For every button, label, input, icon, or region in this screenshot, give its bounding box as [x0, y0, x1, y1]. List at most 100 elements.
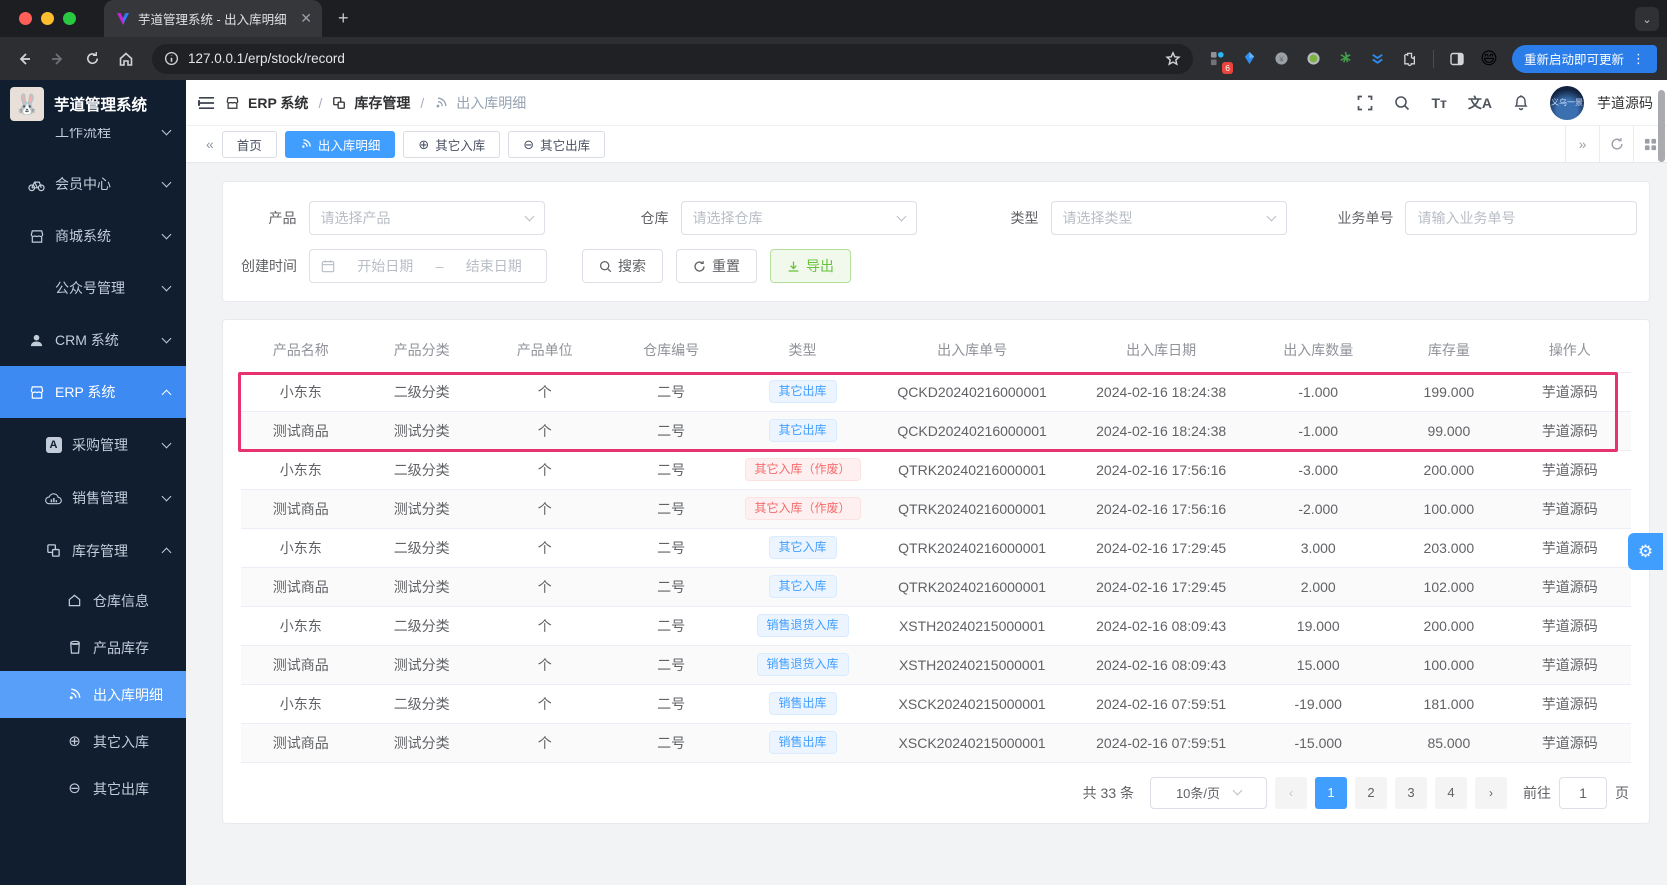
browser-menu-icon[interactable]: ⋮ — [1632, 51, 1645, 67]
sidebar-item-mall[interactable]: 商城系统 — [0, 210, 186, 262]
browser-tab[interactable]: 芋道管理系统 - 出入库明细 ✕ — [104, 0, 322, 37]
ext-kite-icon[interactable] — [1237, 46, 1263, 72]
sidebar-item-crm[interactable]: CRM 系统 — [0, 314, 186, 366]
table-row[interactable]: 小东东 二级分类个二号 销售出库 XSCK20240215000001 2024-02-… — [241, 684, 1631, 724]
export-button[interactable]: 导出 — [770, 249, 851, 283]
reload-icon[interactable] — [78, 45, 106, 73]
tab-stock-record[interactable]: 出入库明细 — [284, 130, 396, 158]
sidebar-item-stock-record[interactable]: 出入库明细 — [0, 671, 186, 718]
sidebar-item-other-out[interactable]: ⊖ 其它出库 — [0, 765, 186, 812]
sidebar-item-other-in[interactable]: ⊕ 其它入库 — [0, 718, 186, 765]
page-button-3[interactable]: 3 — [1395, 776, 1427, 809]
sidebar-item-mp-manage[interactable]: 公众号管理 — [0, 262, 186, 314]
next-page-button[interactable]: › — [1475, 776, 1507, 809]
ext-star-icon[interactable] — [1333, 46, 1359, 72]
type-badge: 销售退货入库 — [756, 652, 849, 677]
sidebar-item-member-center[interactable]: 会员中心 — [0, 158, 186, 210]
refresh-page-icon[interactable] — [1599, 126, 1633, 162]
warehouse-select[interactable]: 请选择仓库 — [680, 201, 917, 235]
tab-search-button[interactable]: ⌄ — [1635, 7, 1659, 31]
table-row[interactable]: 测试商品 测试分类个二号 销售退货入库 XSTH20240215000001 2024-… — [241, 645, 1631, 685]
table-row[interactable]: 小东东 二级分类个二号 销售退货入库 XSTH20240215000001 2024-0… — [241, 606, 1631, 646]
prev-page-button[interactable]: ‹ — [1275, 776, 1307, 809]
type-select[interactable]: 请选择类型 — [1050, 201, 1287, 235]
home-icon[interactable] — [112, 45, 140, 73]
cell-stock: 199.000 — [1389, 372, 1509, 412]
tab-other-in[interactable]: ⊕ 其它入库 — [403, 130, 501, 158]
date-range-picker[interactable]: 开始日期 – 结束日期 — [309, 249, 547, 283]
tabs-scroll-left-icon[interactable]: « — [198, 136, 222, 152]
tabs-scroll-right-icon[interactable]: » — [1565, 126, 1599, 162]
site-info-icon[interactable] — [164, 51, 179, 66]
sidebar-item-warehouse-info[interactable]: 仓库信息 — [0, 577, 186, 624]
tab-close-icon[interactable]: ✕ — [300, 10, 312, 27]
browser-update-button[interactable]: 重新启动即可更新 ⋮ — [1511, 44, 1657, 73]
page-button-4[interactable]: 4 — [1435, 776, 1467, 809]
tab-other-out[interactable]: ⊖ 其它出库 — [508, 130, 606, 158]
search-icon[interactable] — [1394, 95, 1410, 111]
sidebar-item-product-stock[interactable]: 产品库存 — [0, 624, 186, 671]
tab-label: 其它入库 — [435, 138, 486, 153]
user-avatar[interactable]: 义乌一景 — [1550, 85, 1584, 120]
scrollbar-thumb[interactable] — [1658, 90, 1665, 162]
profile-avatar-emoji[interactable]: 😄 — [1476, 46, 1502, 72]
font-size-icon[interactable]: Tт — [1431, 95, 1446, 111]
page-button-2[interactable]: 2 — [1355, 776, 1387, 809]
username[interactable]: 芋道源码 — [1597, 93, 1653, 113]
breadcrumb-item[interactable]: ERP 系统 — [248, 93, 308, 113]
tab-home[interactable]: 首页 — [221, 130, 277, 158]
back-icon[interactable] — [10, 45, 38, 73]
sidebar-item-stock[interactable]: 库存管理 — [0, 524, 186, 577]
fullscreen-icon[interactable] — [1357, 95, 1373, 111]
sidebar-item-label: 采购管理 — [72, 436, 128, 453]
tab-label: 其它出库 — [540, 138, 591, 153]
sidebar-panel-icon[interactable] — [1444, 46, 1470, 72]
window-zoom-button[interactable] — [63, 12, 76, 25]
collapse-menu-icon[interactable] — [198, 96, 215, 110]
signal-icon — [434, 96, 448, 110]
cell-name: 测试商品 — [241, 567, 361, 607]
extensions-puzzle-icon[interactable] — [1397, 46, 1423, 72]
window-minimize-button[interactable] — [41, 12, 54, 25]
page-size-select[interactable]: 10条/页 — [1150, 776, 1267, 809]
new-tab-button[interactable]: + — [338, 8, 349, 29]
table-row[interactable]: 小东东 二级分类个二号 其它出库 QCKD20240216000001 2024-02-… — [241, 372, 1631, 412]
address-bar[interactable]: 127.0.0.1/erp/stock/record — [152, 43, 1193, 74]
window-close-button[interactable] — [19, 12, 32, 25]
bookmark-star-icon[interactable] — [1165, 50, 1181, 67]
table-row[interactable]: 测试商品 测试分类个二号 其它入库 QTRK20240216000001 2024-02… — [241, 567, 1631, 607]
goto-page-input[interactable] — [1559, 776, 1607, 809]
cell-qty: 15.000 — [1247, 645, 1390, 685]
app-logo-row[interactable]: 🐰 芋道管理系统 — [0, 80, 186, 128]
ext-circle-icon[interactable] — [1301, 46, 1327, 72]
table-row[interactable]: 测试商品 测试分类个二号 销售出库 XSCK20240215000001 2024-02… — [241, 723, 1631, 763]
table-row[interactable]: 测试商品 测试分类个二号 其它出库 QCKD20240216000001 2024-02… — [241, 411, 1631, 451]
sidebar-item-sales[interactable]: 销售管理 — [0, 471, 186, 524]
bizno-input[interactable] — [1417, 210, 1625, 226]
theme-settings-gear-button[interactable]: ⚙ — [1628, 533, 1663, 570]
sidebar-item-erp[interactable]: ERP 系统 — [0, 366, 186, 418]
reset-button[interactable]: 重置 — [676, 249, 757, 283]
page-button-1[interactable]: 1 — [1315, 776, 1347, 809]
ext-blocker-icon[interactable]: 6 — [1205, 46, 1233, 74]
storefront-icon — [28, 229, 45, 244]
date-start-placeholder: 开始日期 — [357, 258, 414, 274]
language-icon[interactable]: 文A — [1468, 93, 1492, 113]
forward-icon[interactable] — [44, 45, 72, 73]
cell-qty: -1.000 — [1247, 372, 1390, 412]
table-row[interactable]: 小东东 二级分类个二号 其它入库（作废） QTRK20240216000001 2024… — [241, 450, 1631, 490]
table-row[interactable]: 小东东 二级分类个二号 其它入库 QTRK20240216000001 2024-02-… — [241, 528, 1631, 568]
ext-chevrons-icon[interactable] — [1365, 46, 1391, 72]
breadcrumb-item[interactable]: 库存管理 — [354, 93, 410, 113]
screenshot-root: 芋道管理系统 - 出入库明细 ✕ + ⌄ 127.0.0.1/erp/stock… — [0, 0, 1667, 885]
url-text[interactable]: 127.0.0.1/erp/stock/record — [188, 51, 1156, 66]
sidebar-item-purchase[interactable]: A 采购管理 — [0, 418, 186, 471]
notification-bell-icon[interactable] — [1513, 94, 1529, 111]
ext-coin-icon[interactable]: ¥ — [1269, 46, 1295, 72]
table-row[interactable]: 测试商品 测试分类个二号 其它入库（作废） QTRK20240216000001 202… — [241, 489, 1631, 529]
cell-order_no: QTRK20240216000001 — [869, 489, 1075, 529]
product-select[interactable]: 请选择产品 — [308, 201, 545, 235]
search-button[interactable]: 搜索 — [582, 249, 663, 283]
filter-row-1: 产品 请选择产品 仓库 请选择仓库 类型 请选择类型 业务单号 请输入业务单号 — [235, 201, 1637, 235]
cell-order_no: QTRK20240216000001 — [869, 567, 1075, 607]
